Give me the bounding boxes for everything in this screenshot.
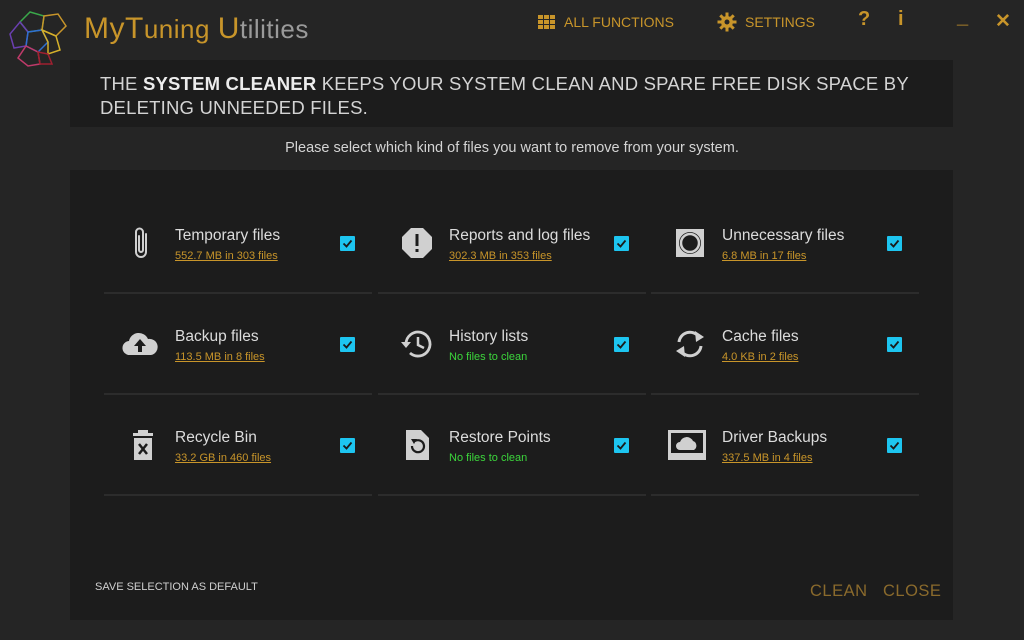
app-title: MyTuning Utilities [84,12,309,45]
instruction-text: Please select which kind of files you wa… [285,140,739,156]
category-checkbox[interactable] [340,438,355,453]
history-icon [401,330,432,358]
category-name: Restore Points [449,429,551,446]
grid-icon [538,15,555,29]
checkmark-icon [342,340,353,349]
category-reports-log-files: Reports and log files 302.3 MB in 353 fi… [378,192,646,294]
category-recycle-bin: Recycle Bin 33.2 GB in 460 files [104,394,372,496]
category-detail-link[interactable]: 6.8 MB in 17 files [722,250,806,262]
category-detail-link[interactable]: 113.5 MB in 8 files [175,351,265,363]
checkmark-icon [889,340,900,349]
title-bar: MyTuning Utilities ALL FUNCTIONS SETTING… [0,0,1024,67]
settings-label: SETTINGS [745,14,816,30]
settings-button[interactable]: SETTINGS [717,12,815,32]
category-detail-link[interactable]: 302.3 MB in 353 files [449,250,552,262]
checkmark-icon [342,441,353,450]
category-name: History lists [449,328,529,345]
close-button[interactable]: CLOSE [883,582,941,601]
category-name: Backup files [175,328,259,345]
help-button[interactable]: ? [858,8,870,31]
category-driver-backups: Driver Backups 337.5 MB in 4 files [651,394,919,496]
category-detail-link[interactable]: 4.0 KB in 2 files [722,351,798,363]
checkmark-icon [616,340,627,349]
close-window-button[interactable]: ✕ [995,10,1011,33]
checkmark-icon [616,239,627,248]
category-detail-link[interactable]: 337.5 MB in 4 files [722,452,813,464]
all-functions-button[interactable]: ALL FUNCTIONS [538,12,674,32]
category-name: Reports and log files [449,227,591,244]
trash-icon [133,430,153,460]
category-checkbox[interactable] [614,337,629,352]
paperclip-icon [135,227,147,258]
checkmark-icon [342,239,353,248]
category-checkbox[interactable] [340,236,355,251]
category-name: Driver Backups [722,429,828,446]
category-name: Unnecessary files [722,227,845,244]
category-restore-points: Restore Points No files to clean [378,394,646,496]
category-detail-link[interactable]: 552.7 MB in 303 files [175,250,278,262]
checkmark-icon [889,239,900,248]
category-history-lists: History lists No files to clean [378,293,646,395]
clean-button[interactable]: CLEAN [810,582,868,601]
category-checkbox[interactable] [614,438,629,453]
category-name: Cache files [722,328,799,345]
cloud-upload-icon [122,332,158,356]
checkmark-icon [889,441,900,450]
category-checkbox[interactable] [887,337,902,352]
category-detail-link[interactable]: 33.2 GB in 460 files [175,452,271,464]
gear-icon [717,12,737,32]
category-name: Recycle Bin [175,429,257,446]
info-button[interactable]: i [898,8,904,31]
circle-frame-icon [676,229,704,257]
save-selection-default-button[interactable]: SAVE SELECTION AS DEFAULT [95,581,258,593]
refresh-icon [676,330,704,358]
category-detail-status: No files to clean [449,351,528,363]
category-checkbox[interactable] [614,236,629,251]
category-detail-status: No files to clean [449,452,528,464]
restore-file-icon [406,430,429,460]
category-checkbox[interactable] [887,236,902,251]
category-temporary-files: Temporary files 552.7 MB in 303 files [104,192,372,294]
minimize-button[interactable]: _ [957,6,968,29]
category-cache-files: Cache files 4.0 KB in 2 files [651,293,919,395]
page-description: THE SYSTEM CLEANER KEEPS YOUR SYSTEM CLE… [100,73,909,118]
cleaner-categories-panel: Temporary files 552.7 MB in 303 files Re… [70,170,953,620]
checkmark-icon [616,441,627,450]
header-panel: THE SYSTEM CLEANER KEEPS YOUR SYSTEM CLE… [70,60,953,127]
category-name: Temporary files [175,227,281,244]
app-logo-icon [9,11,67,67]
all-functions-label: ALL FUNCTIONS [564,14,674,30]
cloud-drive-icon [668,430,706,460]
category-checkbox[interactable] [887,438,902,453]
category-backup-files: Backup files 113.5 MB in 8 files [104,293,372,395]
category-unnecessary-files: Unnecessary files 6.8 MB in 17 files [651,192,919,294]
alert-octagon-icon [402,228,432,258]
category-checkbox[interactable] [340,337,355,352]
